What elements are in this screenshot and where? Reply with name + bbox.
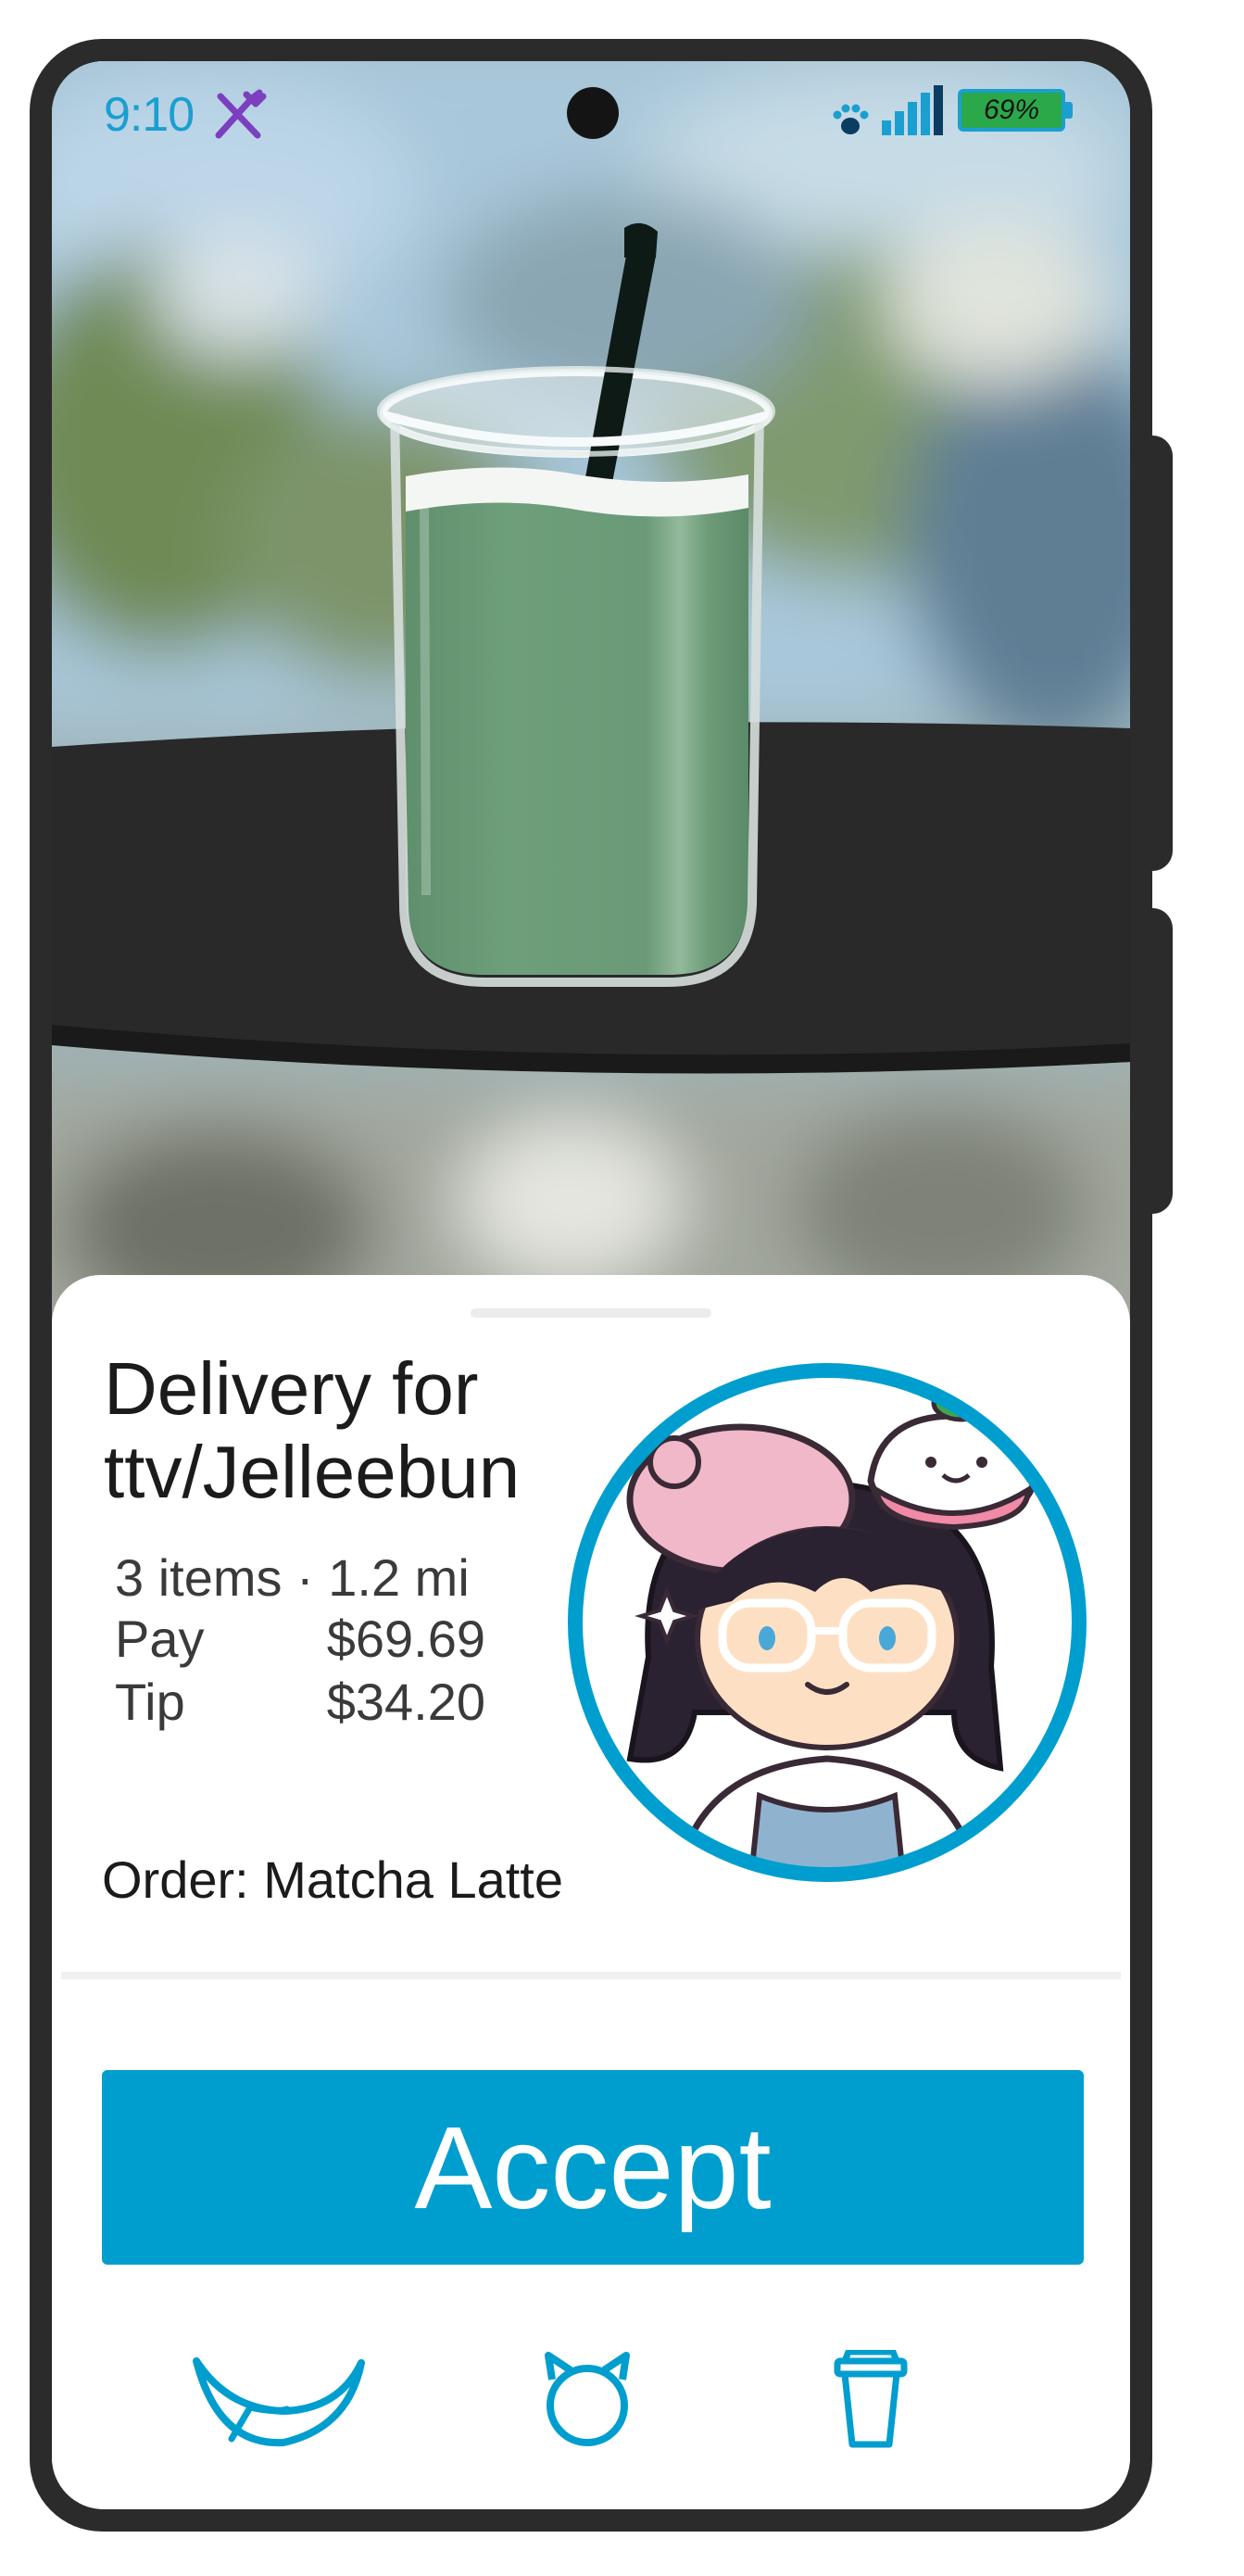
- signal-icon: [882, 85, 943, 135]
- customer-name: ttv/Jelleebun: [104, 1431, 521, 1513]
- status-bar: 9:10 69%: [52, 61, 1130, 154]
- delivery-title: Delivery for ttv/Jelleebun: [104, 1347, 520, 1514]
- order-summary: 3 items · 1.2 mi: [115, 1548, 470, 1607]
- status-time: 9:10: [104, 88, 195, 142]
- cup-icon[interactable]: [832, 2350, 910, 2450]
- delivery-sheet: Delivery for ttv/Jelleebun 3 items · 1.2…: [52, 1275, 1130, 2509]
- bow-icon[interactable]: [191, 2354, 367, 2450]
- pay-row: Pay $69.69: [115, 1609, 485, 1672]
- sheet-drag-handle[interactable]: [471, 1308, 711, 1318]
- paw-icon: [833, 104, 869, 134]
- fork-knife-icon: [215, 89, 267, 139]
- sheet-divider: [61, 1972, 1121, 1979]
- hero-image: [52, 61, 1130, 1377]
- pay-value: $69.69: [326, 1610, 485, 1668]
- order-item: Order: Matcha Latte: [102, 1850, 564, 1909]
- front-camera: [567, 87, 619, 139]
- phone-screen: 9:10 69% Delivery for ttv/Jelleebun 3 it…: [52, 61, 1130, 2509]
- tip-row: Tip $34.20: [115, 1672, 485, 1735]
- accept-button[interactable]: Accept: [102, 2070, 1084, 2265]
- tip-label: Tip: [115, 1673, 185, 1731]
- battery-label: 69%: [983, 95, 1040, 125]
- phone-frame: 9:10 69% Delivery for ttv/Jelleebun 3 it…: [30, 39, 1152, 2532]
- cat-icon[interactable]: [539, 2352, 635, 2448]
- customer-avatar[interactable]: [565, 1360, 1089, 1885]
- battery-icon: 69%: [958, 89, 1073, 132]
- bottom-nav: [52, 2331, 1130, 2489]
- pay-label: Pay: [115, 1610, 205, 1668]
- delivery-title-line1: Delivery for: [104, 1347, 479, 1430]
- tip-value: $34.20: [326, 1673, 485, 1731]
